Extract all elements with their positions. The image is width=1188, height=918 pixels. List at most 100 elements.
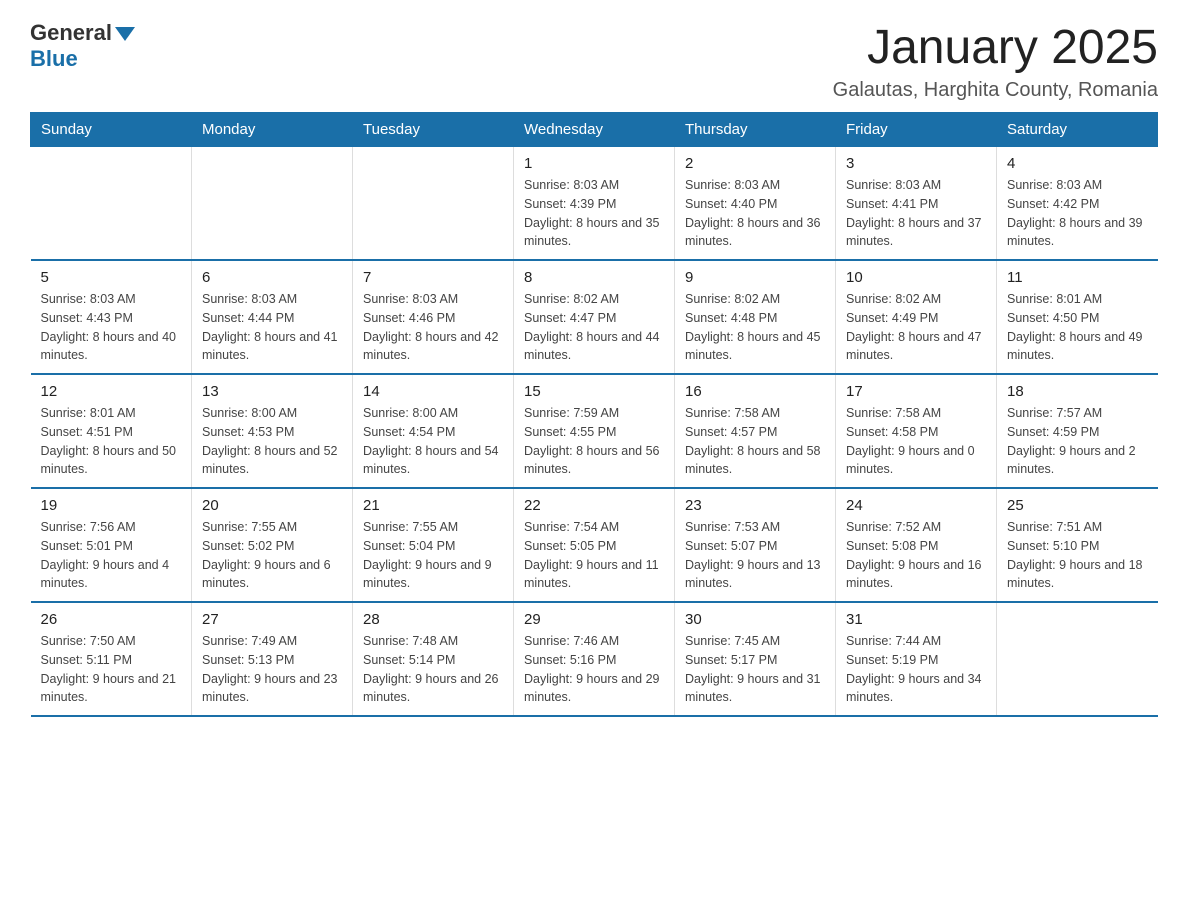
logo-general-text: General	[30, 20, 112, 45]
day-number: 25	[1007, 497, 1148, 514]
page-header: General Blue January 2025 Galautas, Harg…	[30, 20, 1158, 102]
day-number: 23	[685, 497, 825, 514]
day-info: Sunrise: 8:01 AM Sunset: 4:50 PM Dayligh…	[1007, 290, 1148, 365]
weekday-header-sunday: Sunday	[31, 113, 192, 147]
weekday-header-monday: Monday	[192, 113, 353, 147]
day-number: 29	[524, 611, 664, 628]
day-number: 11	[1007, 269, 1148, 286]
day-info: Sunrise: 7:52 AM Sunset: 5:08 PM Dayligh…	[846, 518, 986, 593]
calendar-cell: 3 Sunrise: 8:03 AM Sunset: 4:41 PM Daylig…	[836, 147, 997, 261]
week-row-0: 1 Sunrise: 8:03 AM Sunset: 4:39 PM Daylig…	[31, 147, 1158, 261]
day-info: Sunrise: 7:51 AM Sunset: 5:10 PM Dayligh…	[1007, 518, 1148, 593]
calendar-cell: 26Sunrise: 7:50 AM Sunset: 5:11 PM Dayli…	[31, 602, 192, 716]
weekday-header-saturday: Saturday	[997, 113, 1158, 147]
day-info: Sunrise: 7:55 AM Sunset: 5:04 PM Dayligh…	[363, 518, 503, 593]
calendar-cell: 13 Sunrise: 8:00 AM Sunset: 4:53 PM Dayli…	[192, 374, 353, 488]
day-info: Sunrise: 7:44 AM Sunset: 5:19 PM Dayligh…	[846, 632, 986, 707]
week-row-3: 19 Sunrise: 7:56 AM Sunset: 5:01 PM Dayli…	[31, 488, 1158, 602]
calendar-cell: 18 Sunrise: 7:57 AM Sunset: 4:59 PM Dayli…	[997, 374, 1158, 488]
calendar-cell: 10Sunrise: 8:02 AM Sunset: 4:49 PM Dayli…	[836, 260, 997, 374]
calendar-cell: 11 Sunrise: 8:01 AM Sunset: 4:50 PM Dayli…	[997, 260, 1158, 374]
day-info: Sunrise: 7:59 AM Sunset: 4:55 PM Dayligh…	[524, 404, 664, 479]
day-number: 31	[846, 611, 986, 628]
day-number: 12	[41, 383, 182, 400]
day-info: Sunrise: 7:48 AM Sunset: 5:14 PM Dayligh…	[363, 632, 503, 707]
day-number: 3	[846, 155, 986, 172]
calendar-cell	[353, 147, 514, 261]
day-info: Sunrise: 8:01 AM Sunset: 4:51 PM Dayligh…	[41, 404, 182, 479]
weekday-header-row: SundayMondayTuesdayWednesdayThursdayFrid…	[31, 113, 1158, 147]
calendar-cell: 21Sunrise: 7:55 AM Sunset: 5:04 PM Dayli…	[353, 488, 514, 602]
day-number: 8	[524, 269, 664, 286]
calendar-cell: 5Sunrise: 8:03 AM Sunset: 4:43 PM Daylig…	[31, 260, 192, 374]
day-info: Sunrise: 7:57 AM Sunset: 4:59 PM Dayligh…	[1007, 404, 1148, 479]
calendar-cell: 29 Sunrise: 7:46 AM Sunset: 5:16 PM Dayli…	[514, 602, 675, 716]
day-number: 1	[524, 155, 664, 172]
calendar-cell: 6 Sunrise: 8:03 AM Sunset: 4:44 PM Daylig…	[192, 260, 353, 374]
calendar-cell: 14 Sunrise: 8:00 AM Sunset: 4:54 PM Dayli…	[353, 374, 514, 488]
calendar-cell: 4 Sunrise: 8:03 AM Sunset: 4:42 PM Daylig…	[997, 147, 1158, 261]
day-number: 30	[685, 611, 825, 628]
day-info: Sunrise: 7:49 AM Sunset: 5:13 PM Dayligh…	[202, 632, 342, 707]
day-number: 15	[524, 383, 664, 400]
day-number: 17	[846, 383, 986, 400]
day-info: Sunrise: 7:54 AM Sunset: 5:05 PM Dayligh…	[524, 518, 664, 593]
day-info: Sunrise: 8:00 AM Sunset: 4:54 PM Dayligh…	[363, 404, 503, 479]
calendar-cell: 7 Sunrise: 8:03 AM Sunset: 4:46 PM Daylig…	[353, 260, 514, 374]
day-number: 14	[363, 383, 503, 400]
calendar-cell: 2Sunrise: 8:03 AM Sunset: 4:40 PM Daylig…	[675, 147, 836, 261]
day-number: 7	[363, 269, 503, 286]
day-number: 6	[202, 269, 342, 286]
day-number: 9	[685, 269, 825, 286]
day-number: 20	[202, 497, 342, 514]
day-info: Sunrise: 8:03 AM Sunset: 4:43 PM Dayligh…	[41, 290, 182, 365]
calendar-cell: 12 Sunrise: 8:01 AM Sunset: 4:51 PM Dayli…	[31, 374, 192, 488]
calendar-cell: 15 Sunrise: 7:59 AM Sunset: 4:55 PM Dayli…	[514, 374, 675, 488]
day-number: 27	[202, 611, 342, 628]
day-info: Sunrise: 7:58 AM Sunset: 4:57 PM Dayligh…	[685, 404, 825, 479]
day-info: Sunrise: 7:45 AM Sunset: 5:17 PM Dayligh…	[685, 632, 825, 707]
day-info: Sunrise: 8:03 AM Sunset: 4:44 PM Dayligh…	[202, 290, 342, 365]
calendar-cell: 8Sunrise: 8:02 AM Sunset: 4:47 PM Daylig…	[514, 260, 675, 374]
day-info: Sunrise: 8:03 AM Sunset: 4:39 PM Dayligh…	[524, 176, 664, 251]
calendar-cell	[192, 147, 353, 261]
week-row-4: 26Sunrise: 7:50 AM Sunset: 5:11 PM Dayli…	[31, 602, 1158, 716]
day-number: 22	[524, 497, 664, 514]
logo: General Blue	[30, 20, 135, 73]
day-number: 2	[685, 155, 825, 172]
main-title: January 2025	[833, 20, 1158, 75]
calendar-cell: 22 Sunrise: 7:54 AM Sunset: 5:05 PM Dayli…	[514, 488, 675, 602]
day-number: 18	[1007, 383, 1148, 400]
day-info: Sunrise: 8:03 AM Sunset: 4:41 PM Dayligh…	[846, 176, 986, 251]
calendar-cell	[31, 147, 192, 261]
day-number: 16	[685, 383, 825, 400]
calendar-cell: 31 Sunrise: 7:44 AM Sunset: 5:19 PM Dayli…	[836, 602, 997, 716]
day-number: 4	[1007, 155, 1148, 172]
day-info: Sunrise: 7:53 AM Sunset: 5:07 PM Dayligh…	[685, 518, 825, 593]
weekday-header-thursday: Thursday	[675, 113, 836, 147]
day-info: Sunrise: 8:02 AM Sunset: 4:48 PM Dayligh…	[685, 290, 825, 365]
calendar-cell	[997, 602, 1158, 716]
logo-blue-text: Blue	[30, 46, 135, 72]
week-row-1: 5Sunrise: 8:03 AM Sunset: 4:43 PM Daylig…	[31, 260, 1158, 374]
day-info: Sunrise: 8:00 AM Sunset: 4:53 PM Dayligh…	[202, 404, 342, 479]
calendar-cell: 19 Sunrise: 7:56 AM Sunset: 5:01 PM Dayli…	[31, 488, 192, 602]
day-info: Sunrise: 7:46 AM Sunset: 5:16 PM Dayligh…	[524, 632, 664, 707]
day-number: 19	[41, 497, 182, 514]
calendar-table: SundayMondayTuesdayWednesdayThursdayFrid…	[30, 112, 1158, 717]
calendar-cell: 30 Sunrise: 7:45 AM Sunset: 5:17 PM Dayli…	[675, 602, 836, 716]
calendar-cell: 1 Sunrise: 8:03 AM Sunset: 4:39 PM Daylig…	[514, 147, 675, 261]
day-info: Sunrise: 8:03 AM Sunset: 4:42 PM Dayligh…	[1007, 176, 1148, 251]
day-info: Sunrise: 8:02 AM Sunset: 4:49 PM Dayligh…	[846, 290, 986, 365]
day-info: Sunrise: 7:56 AM Sunset: 5:01 PM Dayligh…	[41, 518, 182, 593]
calendar-cell: 25 Sunrise: 7:51 AM Sunset: 5:10 PM Dayli…	[997, 488, 1158, 602]
calendar-cell: 16 Sunrise: 7:58 AM Sunset: 4:57 PM Dayli…	[675, 374, 836, 488]
day-number: 13	[202, 383, 342, 400]
week-row-2: 12 Sunrise: 8:01 AM Sunset: 4:51 PM Dayli…	[31, 374, 1158, 488]
calendar-cell: 17Sunrise: 7:58 AM Sunset: 4:58 PM Dayli…	[836, 374, 997, 488]
title-section: January 2025 Galautas, Harghita County, …	[833, 20, 1158, 102]
day-number: 24	[846, 497, 986, 514]
weekday-header-tuesday: Tuesday	[353, 113, 514, 147]
calendar-cell: 27 Sunrise: 7:49 AM Sunset: 5:13 PM Dayli…	[192, 602, 353, 716]
day-info: Sunrise: 8:03 AM Sunset: 4:46 PM Dayligh…	[363, 290, 503, 365]
